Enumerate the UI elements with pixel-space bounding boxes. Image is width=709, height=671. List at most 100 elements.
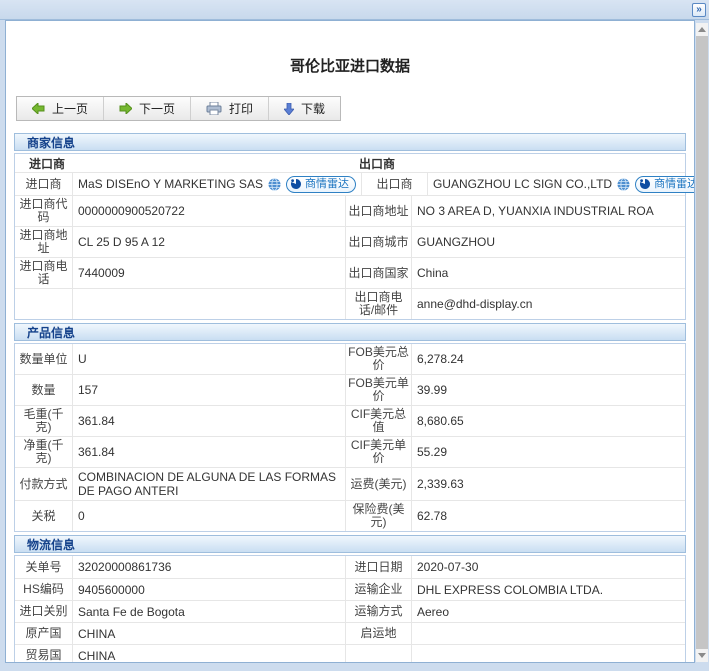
radar-icon [640, 179, 651, 189]
radar-button[interactable]: 商情雷达 [635, 175, 695, 193]
field-value: anne@dhd-display.cn [417, 297, 533, 311]
field-value: 62.78 [417, 509, 448, 523]
field-label: 进口商代码 [15, 196, 73, 226]
field-label [346, 645, 412, 662]
table-row: 付款方式 COMBINACION DE ALGUNA DE LAS FORMAS… [15, 467, 685, 500]
field-label: 毛重(千克) [15, 406, 73, 436]
table-row: HS编码 9405600000 运输企业 DHL EXPRESS COLOMBI… [15, 578, 685, 600]
table-row: 毛重(千克) 361.84 CIF美元总值 8,680.65 [15, 405, 685, 436]
page-title: 哥伦比亚进口数据 [289, 58, 410, 75]
table-row: 进口关别 Santa Fe de Bogota 运输方式 Aereo [15, 600, 685, 622]
exporter-name: GUANGZHOU LC SIGN CO.,LTD [432, 177, 613, 191]
printer-icon [206, 102, 222, 115]
field-value: CL 25 D 95 A 12 [73, 227, 346, 257]
field-label: 进口商电话 [15, 258, 73, 288]
field-label: 进口日期 [346, 556, 412, 578]
window-titlebar: » [0, 0, 709, 20]
section-logistics: 物流信息 关单号 32020000861736 进口日期 2020-07-30 … [14, 535, 686, 662]
field-label: 付款方式 [15, 468, 73, 500]
table-row: 出口商电话/邮件 anne@dhd-display.cn [15, 288, 685, 319]
field-label: FOB美元总价 [346, 344, 412, 374]
table-header-row: 进口商 出口商 [15, 154, 685, 173]
arrow-down-icon [284, 102, 295, 115]
field-label: 运输企业 [346, 579, 412, 600]
table-row: 数量 157 FOB美元单价 39.99 [15, 374, 685, 405]
table-row: 进口商代码 0000000900520722 出口商地址 NO 3 AREA D… [15, 195, 685, 226]
field-label: 进口关别 [15, 601, 73, 622]
field-label: 净重(千克) [15, 437, 73, 467]
next-page-button[interactable]: 下一页 [104, 97, 192, 120]
scroll-up-button[interactable] [696, 23, 708, 36]
scroll-down-button[interactable] [696, 649, 708, 662]
field-value: GUANGZHOU [417, 235, 495, 249]
field-label: HS编码 [15, 579, 73, 600]
field-label: CIF美元总值 [346, 406, 412, 436]
product-table: 数量单位 U FOB美元总价 6,278.24 数量 157 FOB美元单价 3… [14, 343, 686, 532]
table-row: 进口商 MaS DISEnO Y MARKETING SAS 商情雷达 出口商 … [15, 173, 694, 195]
globe-icon[interactable] [617, 177, 630, 191]
field-label: 关单号 [15, 556, 73, 578]
field-value: 9405600000 [73, 579, 346, 600]
radar-icon [290, 179, 301, 189]
field-label: 出口商国家 [346, 258, 412, 288]
main-content: 哥伦比亚进口数据 上一页 下一页 打印 下载 商家信息 进口商 出口商 进口商 … [5, 20, 695, 663]
field-value [73, 289, 346, 319]
logistics-table: 关单号 32020000861736 进口日期 2020-07-30 HS编码 … [14, 555, 686, 662]
field-label: 运输方式 [346, 601, 412, 622]
field-label: 出口商城市 [346, 227, 412, 257]
field-value: 361.84 [73, 406, 346, 436]
field-value: 2020-07-30 [417, 560, 479, 574]
field-label: 数量单位 [15, 344, 73, 374]
download-label: 下载 [301, 102, 326, 116]
expand-button[interactable]: » [692, 3, 706, 17]
table-row: 贸易国 CHINA [15, 644, 685, 662]
table-row: 原产国 CHINA 启运地 [15, 622, 685, 644]
section-logistics-header: 物流信息 [14, 535, 686, 553]
radar-button[interactable]: 商情雷达 [285, 175, 356, 193]
arrow-right-icon [119, 103, 133, 114]
field-label: 保险费(美元) [346, 501, 412, 531]
radar-label: 商情雷达 [654, 178, 695, 190]
field-value: NO 3 AREA D, YUANXIA INDUSTRIAL ROA [417, 204, 654, 218]
arrow-left-icon [32, 103, 45, 114]
next-page-label: 下一页 [139, 102, 176, 116]
field-label: 出口商电话/邮件 [346, 289, 412, 319]
field-label [15, 289, 73, 319]
scrollbar-thumb[interactable] [696, 36, 708, 649]
field-value: GUANGZHOU LC SIGN CO.,LTD 商情雷达 [428, 173, 695, 195]
field-value: 0 [73, 501, 346, 531]
field-label: 进口商地址 [15, 227, 73, 257]
toolbar: 上一页 下一页 打印 下载 [16, 96, 342, 121]
vertical-scrollbar[interactable] [696, 23, 708, 662]
field-label: 启运地 [346, 623, 412, 644]
section-merchant-header: 商家信息 [14, 133, 686, 151]
field-value: CHINA [73, 623, 346, 644]
field-label: 出口商 [362, 173, 428, 195]
merchant-table: 进口商 出口商 进口商 MaS DISEnO Y MARKETING SAS 商… [14, 153, 694, 320]
field-value: 157 [73, 375, 346, 405]
radar-label: 商情雷达 [304, 178, 349, 190]
print-button[interactable]: 打印 [191, 97, 270, 120]
field-value: China [417, 266, 449, 280]
field-value: 6,278.24 [417, 352, 464, 366]
prev-page-button[interactable]: 上一页 [17, 97, 105, 120]
field-value: DHL EXPRESS COLOMBIA LTDA. [417, 582, 604, 597]
field-label: CIF美元单价 [346, 437, 412, 467]
field-value: 39.99 [417, 383, 448, 397]
field-label: 原产国 [15, 623, 73, 644]
table-row: 关税 0 保险费(美元) 62.78 [15, 500, 685, 531]
field-label: FOB美元单价 [346, 375, 412, 405]
field-value: Aereo [417, 604, 450, 619]
globe-icon[interactable] [268, 177, 281, 191]
field-value: U [73, 344, 346, 374]
download-button[interactable]: 下载 [269, 97, 340, 120]
table-row: 净重(千克) 361.84 CIF美元单价 55.29 [15, 436, 685, 467]
section-merchant: 商家信息 进口商 出口商 进口商 MaS DISEnO Y MARKETING … [14, 133, 694, 320]
table-row: 关单号 32020000861736 进口日期 2020-07-30 [15, 556, 685, 578]
prev-page-label: 上一页 [52, 102, 89, 116]
table-row: 进口商地址 CL 25 D 95 A 12 出口商城市 GUANGZHOU [15, 226, 685, 257]
field-value: COMBINACION DE ALGUNA DE LAS FORMAS DE P… [73, 468, 346, 500]
field-value: 2,339.63 [417, 477, 464, 491]
print-label: 打印 [229, 102, 254, 116]
exporter-column-header: 出口商 [359, 156, 396, 171]
